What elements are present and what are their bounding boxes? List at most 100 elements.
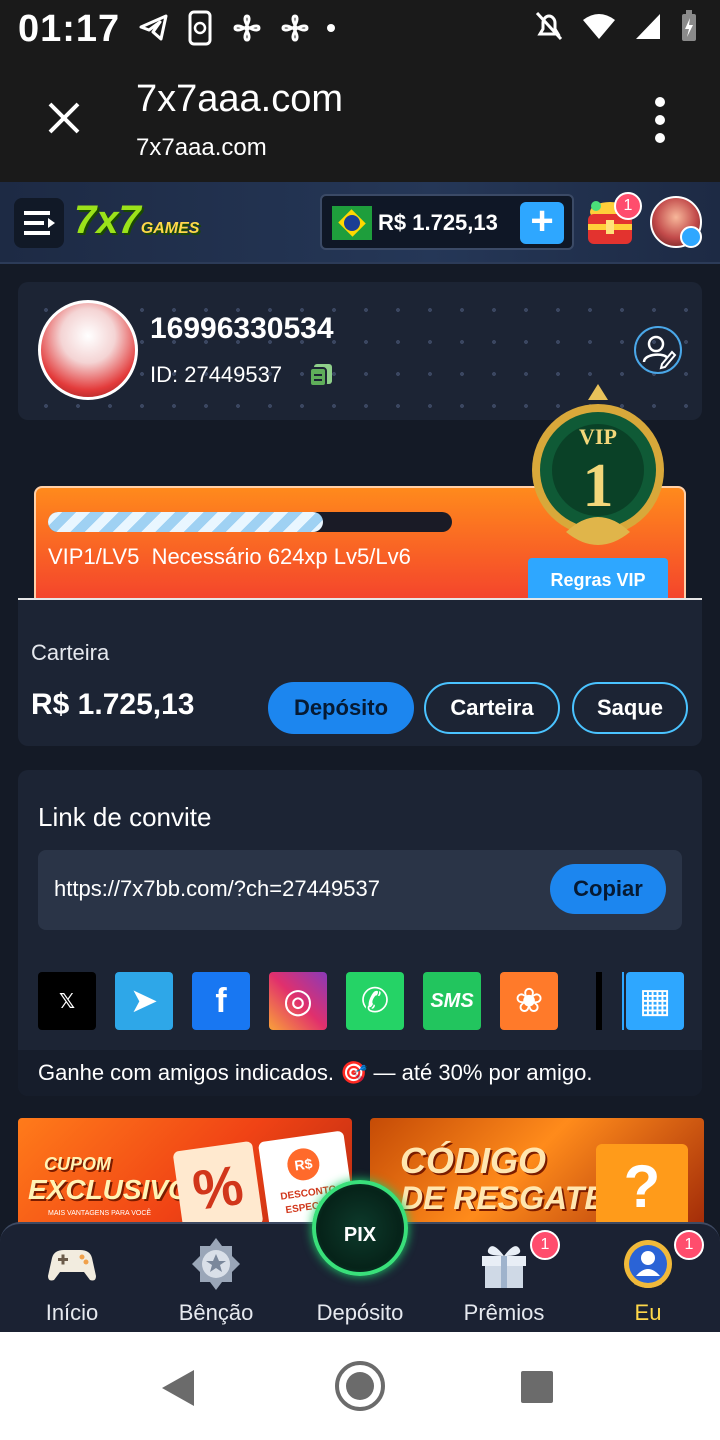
pix-deposit-button[interactable]: PIX <box>312 1180 408 1276</box>
android-nav-bar <box>0 1332 720 1440</box>
pix-label: PIX <box>343 1224 377 1246</box>
app-header: 7x7GAMES R$ 1.725,13 + <box>0 182 720 264</box>
nav-label-prizes: Prêmios <box>463 1300 545 1325</box>
kwai-icon: ❀ <box>514 982 544 1020</box>
share-telegram-button[interactable]: ➤ <box>115 972 173 1030</box>
vip-status-text: VIP1/LV5 Necessário 624xp Lv5/Lv6 <box>48 544 411 570</box>
logo-main: 7x7 <box>74 198 141 242</box>
telegram-icon <box>680 226 702 248</box>
menu-button[interactable] <box>14 198 64 248</box>
status-time: 01:17 <box>18 8 121 50</box>
gamepad-icon <box>48 1250 96 1281</box>
invite-title: Link de convite <box>38 802 212 832</box>
sms-icon: SMS <box>430 989 474 1012</box>
share-sms-button[interactable]: SMS <box>423 972 481 1030</box>
phone-sync-icon <box>188 10 212 46</box>
invite-footer: Ganhe com amigos indicados. 🎯 — até 30% … <box>18 1050 702 1096</box>
edit-profile-button[interactable] <box>634 326 682 374</box>
nav-label-home: Início <box>45 1300 99 1325</box>
share-scroll-stub <box>596 972 602 1030</box>
wallet-card: Carteira R$ 1.725,13 Depósito Carteira S… <box>18 600 702 746</box>
back-icon[interactable] <box>160 1368 196 1408</box>
nav-label-deposit: Depósito <box>316 1300 404 1325</box>
invite-footer-text: Ganhe com amigos indicados. 🎯 — até 30% … <box>38 1060 593 1085</box>
header-balance: R$ 1.725,13 <box>378 210 498 235</box>
vip-progress-bar <box>48 512 452 532</box>
share-more-button[interactable]: ▦ <box>626 972 684 1030</box>
fan-icon <box>281 14 309 42</box>
profile-name: 16996330534 <box>150 312 334 345</box>
share-x-button[interactable]: 𝕏 <box>38 972 96 1030</box>
status-right-icons <box>534 10 698 42</box>
more-vert-icon[interactable] <box>648 96 672 144</box>
vip-badge-icon: VIP 1 <box>532 384 664 545</box>
balance-pill[interactable]: R$ 1.725,13 + <box>320 194 574 250</box>
wallet-button[interactable]: Carteira <box>424 682 560 734</box>
invite-link[interactable]: https://7x7bb.com/?ch=27449537 <box>54 876 380 902</box>
invite-link-box: https://7x7bb.com/?ch=27449537 Copiar <box>38 850 682 930</box>
browser-title: 7x7aaa.com <box>136 78 344 120</box>
user-badge-icon <box>624 1240 672 1288</box>
nav-label-blessing: Bênção <box>178 1300 254 1325</box>
share-row: 𝕏 ➤ f ◎ ✆ SMS ❀ ▦ <box>38 972 684 1030</box>
me-badge: 1 <box>674 1230 704 1260</box>
close-icon[interactable] <box>44 98 84 138</box>
nav-item-prizes[interactable]: Prêmios 1 <box>432 1224 576 1334</box>
ticket-coin-icon: R$ <box>285 1146 322 1183</box>
chest-badge: 1 <box>614 192 642 220</box>
logo[interactable]: 7x7GAMES <box>74 198 199 243</box>
browser-bar: 7x7aaa.com 7x7aaa.com <box>0 60 720 182</box>
logo-sub: GAMES <box>140 220 200 237</box>
coupon-banner[interactable]: CUPOM EXCLUSIVO MAIS VANTAGENS PARA VOCÊ… <box>18 1118 352 1230</box>
medal-icon <box>192 1238 240 1290</box>
share-instagram-button[interactable]: ◎ <box>269 972 327 1030</box>
vip-level: VIP1/LV5 <box>48 544 140 569</box>
redeem-code-banner[interactable]: CÓDIGO DE RESGATE ? <box>370 1118 704 1230</box>
status-bar: 01:17 <box>0 0 720 60</box>
nav-item-blessing[interactable]: Bênção <box>144 1224 288 1334</box>
menu-icon <box>24 211 55 235</box>
whatsapp-icon: ✆ <box>360 982 390 1020</box>
fan-icon <box>233 14 261 42</box>
percent-tag: % <box>172 1140 264 1230</box>
wallet-amount: R$ 1.725,13 <box>31 688 195 721</box>
x-icon: 𝕏 <box>58 990 76 1013</box>
banner2-title-line2: DE RESGATE <box>400 1180 606 1216</box>
banner2-title-line1: CÓDIGO <box>400 1140 547 1181</box>
recents-icon[interactable] <box>520 1370 554 1404</box>
withdraw-button[interactable]: Saque <box>572 682 688 734</box>
header-avatar[interactable] <box>650 196 702 248</box>
profile-avatar[interactable] <box>38 300 138 400</box>
status-left-icons <box>138 10 336 46</box>
vip-badge-number: 1 <box>583 452 614 520</box>
share-kwai-button[interactable]: ❀ <box>500 972 558 1030</box>
profile-id: ID: 27449537 <box>150 362 283 387</box>
vip-progress-fill <box>48 512 323 532</box>
invite-card: Link de convite https://7x7bb.com/?ch=27… <box>18 770 702 1096</box>
share-separator <box>622 972 624 1030</box>
share-whatsapp-button[interactable]: ✆ <box>346 972 404 1030</box>
nav-item-me[interactable]: Eu 1 <box>576 1224 720 1334</box>
telegram-icon <box>139 14 168 41</box>
deposit-button[interactable]: Depósito <box>268 682 414 734</box>
banner-title-line1: CUPOM <box>44 1154 111 1174</box>
share-facebook-button[interactable]: f <box>192 972 250 1030</box>
vip-needed: Necessário 624xp Lv5/Lv6 <box>151 544 411 569</box>
more-icon: ▦ <box>638 982 672 1020</box>
prizes-badge: 1 <box>530 1230 560 1260</box>
facebook-icon: f <box>215 981 227 1020</box>
telegram-icon: ➤ <box>129 982 159 1020</box>
browser-url: 7x7aaa.com <box>136 134 267 161</box>
nav-item-home[interactable]: Início <box>0 1224 144 1334</box>
dot-icon <box>327 24 335 32</box>
instagram-icon: ◎ <box>283 982 313 1020</box>
copy-icon[interactable] <box>308 362 334 388</box>
add-funds-button[interactable]: + <box>520 201 564 244</box>
signal-icon <box>636 14 660 39</box>
mystery-box-icon: ? <box>596 1144 688 1230</box>
vip-badge-label: VIP <box>579 424 617 449</box>
copy-link-button[interactable]: Copiar <box>550 864 666 914</box>
brazil-flag-icon <box>332 206 372 240</box>
vip-rules-button[interactable]: Regras VIP <box>528 558 668 602</box>
home-icon[interactable] <box>334 1360 386 1412</box>
